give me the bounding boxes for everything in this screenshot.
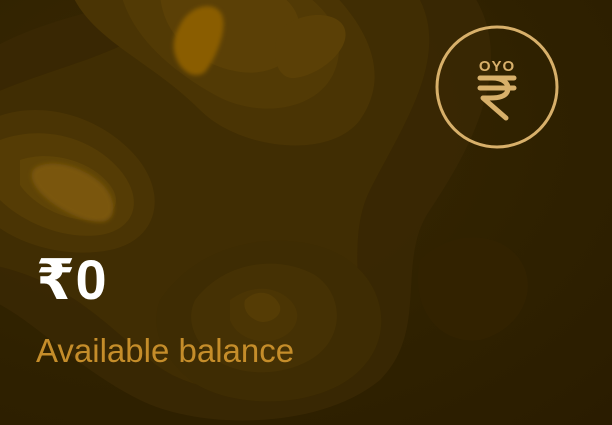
balance-caption: Available balance: [36, 332, 295, 369]
balance-amount: ₹0: [36, 248, 108, 311]
badge-brand: OYO: [479, 58, 515, 75]
wallet-balance-card: OYO ₹0 Available balance: [0, 0, 612, 425]
oyo-money-badge: OYO: [434, 24, 560, 150]
rupee-icon: OYO: [435, 25, 559, 149]
